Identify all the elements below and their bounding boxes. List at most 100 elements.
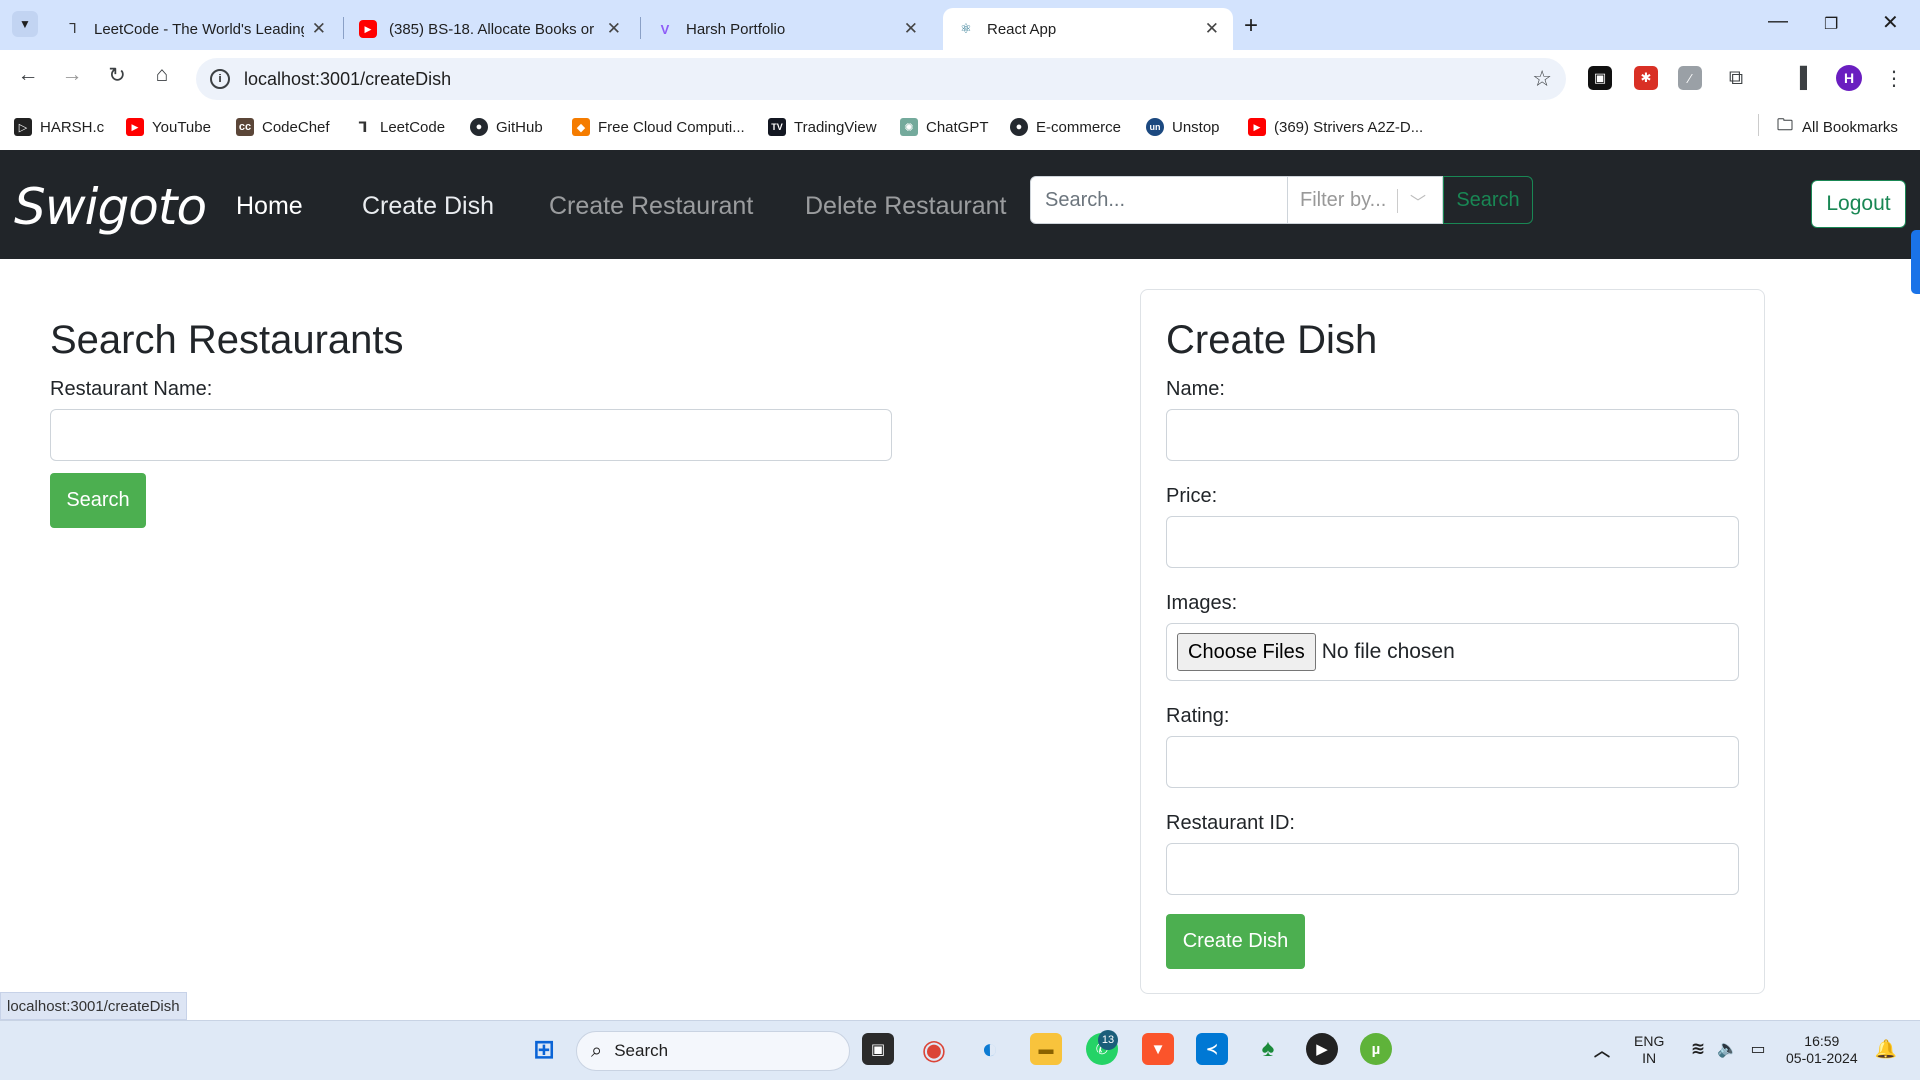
github-icon: ●: [470, 118, 488, 136]
navbar-search-input[interactable]: Search...: [1030, 176, 1288, 224]
chevron-up-icon[interactable]: ︿: [1586, 1033, 1618, 1065]
extensions-puzzle-icon[interactable]: ⧉: [1724, 66, 1748, 90]
whatsapp-badge: 13: [1098, 1030, 1118, 1050]
utorrent-icon[interactable]: µ: [1360, 1033, 1392, 1065]
bookmark-chatgpt[interactable]: ✺ ChatGPT: [900, 118, 989, 136]
extension-puzzle-red-icon[interactable]: ✱: [1634, 66, 1658, 90]
bookmark-leetcode[interactable]: Ꞁ LeetCode: [354, 118, 446, 136]
bookmark-star-icon[interactable]: ☆: [1532, 66, 1552, 92]
browser-toolbar: ← → ↻ ⌂ i localhost:3001/createDish ☆ ▣ …: [0, 50, 1920, 108]
battery-icon[interactable]: ▭: [1742, 1033, 1774, 1065]
brand-logo[interactable]: Swigoto: [14, 178, 207, 236]
navbar-search-button[interactable]: Search: [1443, 176, 1533, 224]
search-restaurants-button[interactable]: Search: [50, 473, 146, 528]
forward-arrow-icon[interactable]: →: [57, 63, 87, 87]
chevron-down-icon: ﹀: [1410, 195, 1427, 212]
filter-select[interactable]: Filter by... ﹀: [1287, 176, 1443, 224]
kebab-menu-icon[interactable]: ⋮: [1882, 66, 1906, 90]
tab-search-chevron-icon[interactable]: ▼: [12, 11, 38, 37]
no-file-text: No file chosen: [1321, 640, 1455, 663]
react-icon: ⚛: [960, 21, 972, 36]
choose-files-button[interactable]: Choose Files: [1177, 633, 1316, 671]
close-icon[interactable]: ✕: [312, 19, 326, 39]
windows-taskbar: ⊞ ⌕ Search ▣ ◉ ◐ ▬ ✆ ▼ ≺ ♠ ▶ µ ︿ ≋ 🔈 ▭ 🔔: [0, 1020, 1920, 1080]
file-explorer-icon[interactable]: ▬: [1030, 1033, 1062, 1065]
bookmark-ecommerce[interactable]: ● E-commerce: [1010, 118, 1121, 136]
bookmark-label: LeetCode: [380, 118, 446, 136]
task-view-icon[interactable]: ▣: [862, 1033, 894, 1065]
bookmark-label: HARSH.c: [40, 118, 105, 136]
restaurant-name-input[interactable]: [50, 409, 892, 461]
tab-leetcode[interactable]: Ꞁ LeetCode - The World's Leading ✕: [50, 8, 340, 50]
restore-icon[interactable]: ❐: [1824, 14, 1838, 34]
back-arrow-icon[interactable]: ←: [13, 63, 43, 87]
nav-create-restaurant[interactable]: Create Restaurant: [549, 192, 753, 221]
tab-react-app[interactable]: ⚛ React App ✕: [943, 8, 1233, 50]
bookmark-free-cloud[interactable]: ◆ Free Cloud Computi...: [572, 118, 745, 136]
brave-icon[interactable]: ▼: [1142, 1033, 1174, 1065]
window-close-icon[interactable]: ✕: [1882, 10, 1899, 35]
address-bar[interactable]: i localhost:3001/createDish ☆: [196, 58, 1566, 100]
nav-create-dish[interactable]: Create Dish: [362, 192, 494, 221]
clock[interactable]: 16:59 05-01-2024: [1786, 1033, 1858, 1067]
tab-title: (385) BS-18. Allocate Books or B: [389, 20, 599, 38]
volume-icon[interactable]: 🔈: [1712, 1033, 1744, 1065]
logout-button[interactable]: Logout: [1811, 180, 1906, 228]
all-bookmarks[interactable]: 🗀 All Bookmarks: [1776, 116, 1898, 136]
notification-bell-icon[interactable]: 🔔: [1870, 1033, 1902, 1065]
nav-delete-restaurant[interactable]: Delete Restaurant: [805, 192, 1007, 221]
side-panel-handle[interactable]: [1911, 230, 1920, 294]
bookmark-tradingview[interactable]: TV TradingView: [768, 118, 877, 136]
folder-icon: 🗀: [1776, 116, 1793, 134]
tab-portfolio[interactable]: V Harsh Portfolio ✕: [642, 8, 932, 50]
restaurant-id-label: Restaurant ID:: [1166, 812, 1295, 834]
reload-icon[interactable]: ↻: [102, 63, 132, 88]
chrome-icon[interactable]: ◉: [918, 1033, 950, 1065]
create-dish-button[interactable]: Create Dish: [1166, 914, 1305, 969]
new-tab-plus-icon[interactable]: +: [1244, 12, 1258, 40]
profile-avatar[interactable]: H: [1836, 65, 1862, 91]
bookmark-strivers[interactable]: ▶ (369) Strivers A2Z-D...: [1248, 118, 1423, 136]
vscode-icon[interactable]: ≺: [1196, 1033, 1228, 1065]
tab-title: React App: [987, 20, 1057, 38]
taskbar-search[interactable]: ⌕ Search: [576, 1031, 850, 1071]
bookmark-label: E-commerce: [1036, 118, 1122, 136]
tab-title: LeetCode - The World's Leading: [94, 20, 304, 38]
bookmark-unstop[interactable]: un Unstop: [1146, 118, 1220, 136]
extension-trello-icon[interactable]: ▣: [1588, 66, 1612, 90]
language-indicator[interactable]: ENG IN: [1634, 1033, 1664, 1067]
media-player-icon[interactable]: ▶: [1306, 1033, 1338, 1065]
codechef-icon: cc: [236, 118, 254, 136]
site-info-icon[interactable]: i: [210, 69, 230, 89]
images-file-input[interactable]: Choose Files No file chosen: [1166, 623, 1739, 681]
tradingview-icon: TV: [768, 118, 786, 136]
bookmark-harsh[interactable]: ▷ HARSH.c: [14, 118, 104, 136]
bookmark-youtube[interactable]: ▶ YouTube: [126, 118, 211, 136]
edge-icon[interactable]: ◐: [974, 1033, 1006, 1065]
minimize-icon[interactable]: —: [1768, 10, 1788, 33]
bookmarks-bar: ▷ HARSH.c ▶ YouTube cc CodeChef Ꞁ LeetCo…: [0, 108, 1920, 150]
dish-name-input[interactable]: [1166, 409, 1739, 461]
close-icon[interactable]: ✕: [904, 19, 918, 39]
wifi-icon[interactable]: ≋: [1682, 1033, 1714, 1065]
mongodb-icon[interactable]: ♠: [1252, 1033, 1284, 1065]
restaurant-id-input[interactable]: [1166, 843, 1739, 895]
bookmark-codechef[interactable]: cc CodeChef: [236, 118, 330, 136]
create-dish-title: Create Dish: [1166, 318, 1378, 362]
bookmark-label: TradingView: [794, 118, 877, 136]
bookmark-label: Free Cloud Computi...: [598, 118, 745, 136]
bookmark-github[interactable]: ● GitHub: [470, 118, 543, 136]
close-icon[interactable]: ✕: [607, 19, 621, 39]
tab-youtube[interactable]: ▶ (385) BS-18. Allocate Books or B ✕: [345, 8, 635, 50]
nav-home[interactable]: Home: [236, 192, 303, 221]
close-icon[interactable]: ✕: [1205, 19, 1219, 39]
price-input[interactable]: [1166, 516, 1739, 568]
extension-gray-icon[interactable]: ⁄: [1678, 66, 1702, 90]
aws-icon: ◆: [572, 118, 590, 136]
price-label: Price:: [1166, 485, 1218, 507]
windows-start-icon[interactable]: ⊞: [528, 1033, 560, 1065]
side-panel-icon[interactable]: ▐: [1788, 66, 1812, 90]
home-icon[interactable]: ⌂: [147, 63, 177, 87]
clock-time: 16:59: [1804, 1033, 1840, 1049]
rating-input[interactable]: [1166, 736, 1739, 788]
